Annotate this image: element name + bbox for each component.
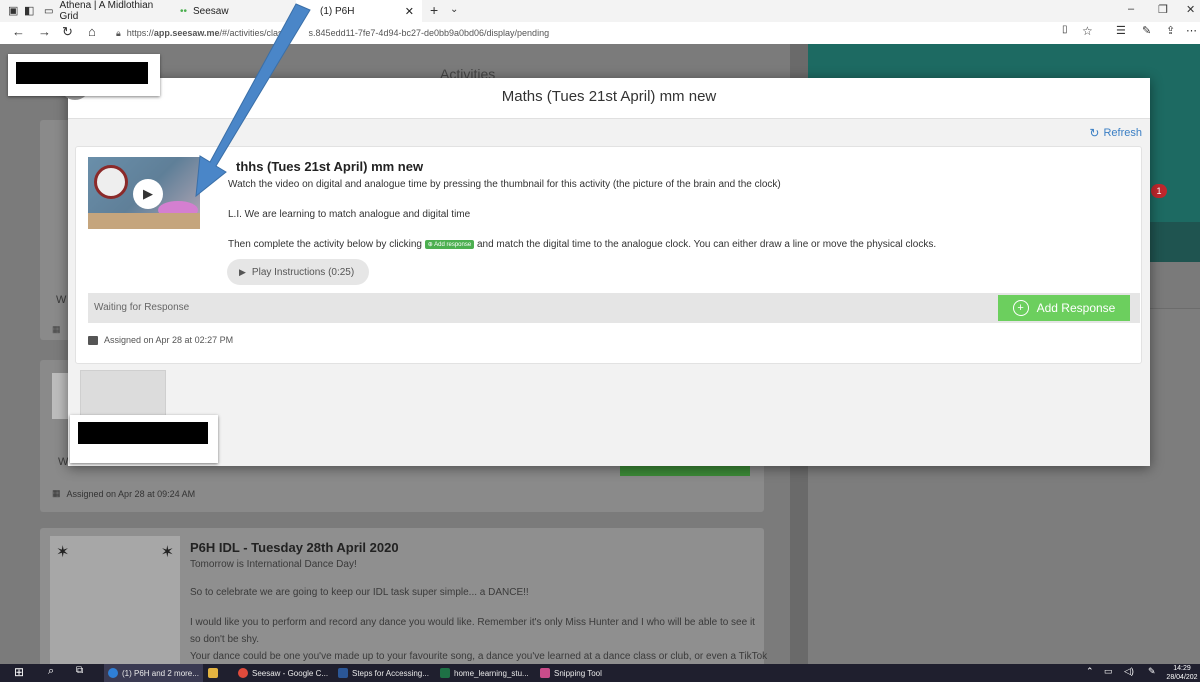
network-icon[interactable]: ▭ [1104,666,1113,677]
edge-icon [108,668,118,678]
chevron-up-icon[interactable]: ⌃ [1086,666,1094,677]
taskbar-chrome[interactable]: Seesaw - Google C... [234,664,332,682]
taskbar-word[interactable]: Steps for Accessing... [334,664,433,682]
word-icon [338,668,348,678]
windows-start-icon[interactable]: ⊞ [14,665,24,679]
taskbar-snipping-tool[interactable]: Snipping Tool [536,664,606,682]
task-view-icon[interactable]: ⧉ [76,665,83,676]
taskbar-edge[interactable]: (1) P6H and 2 more... [104,664,203,682]
excel-icon [440,668,450,678]
search-icon[interactable]: ⌕ [48,665,54,678]
annotation-arrow [195,3,311,198]
arrow-icon [195,3,311,198]
taskbar-excel[interactable]: home_learning_stu... [436,664,533,682]
file-explorer-icon[interactable] [208,668,218,678]
chrome-icon [238,668,248,678]
clock-display[interactable]: 14:29 28/04/202 [1166,664,1198,682]
volume-icon[interactable]: ◁) [1124,666,1134,677]
snipping-tool-icon [540,668,550,678]
pen-icon[interactable]: ✎ [1148,666,1156,677]
